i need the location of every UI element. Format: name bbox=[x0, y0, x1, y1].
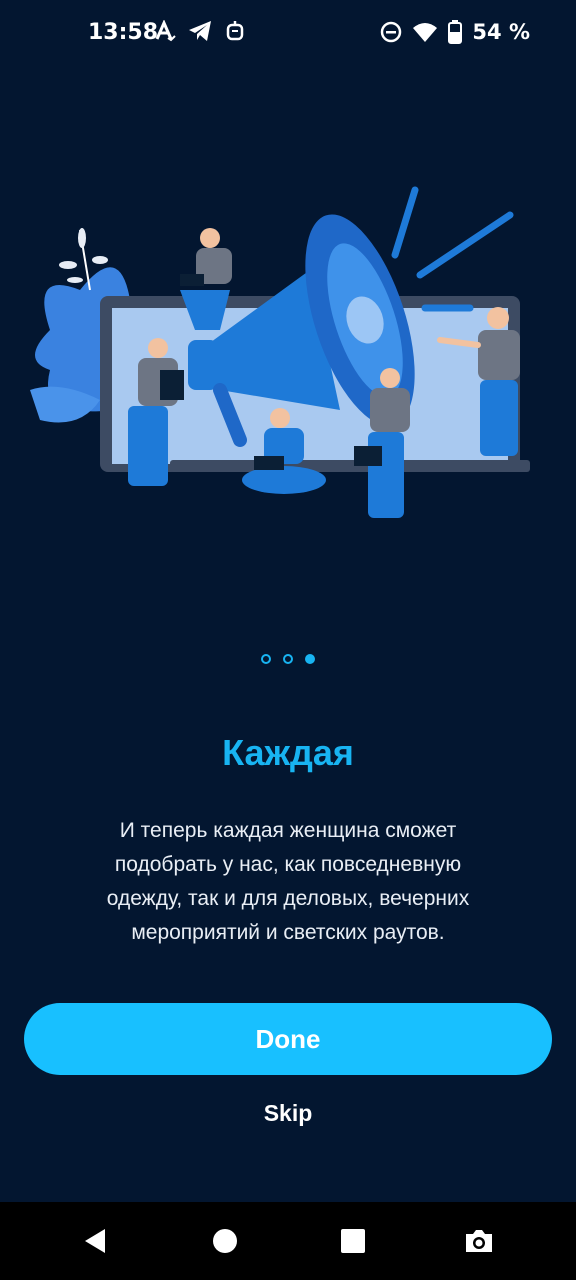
status-bar: 13:58 54 % bbox=[0, 0, 576, 64]
status-left-icons bbox=[154, 20, 246, 42]
a-accessibility-icon bbox=[154, 20, 176, 42]
onboarding-title: Каждая bbox=[222, 732, 354, 773]
status-right-icons: 54 % bbox=[380, 20, 530, 44]
pager-dot-active[interactable] bbox=[305, 654, 315, 664]
telegram-icon bbox=[188, 20, 212, 42]
done-button[interactable]: Done bbox=[24, 1003, 552, 1075]
megaphone-illustration bbox=[30, 186, 530, 518]
battery-icon bbox=[448, 20, 463, 44]
pager-dot[interactable] bbox=[261, 654, 271, 664]
back-icon[interactable] bbox=[80, 1226, 110, 1256]
navigation-bar bbox=[0, 1202, 576, 1280]
do-not-disturb-icon bbox=[380, 21, 402, 43]
battery-percentage: 54 % bbox=[472, 20, 530, 44]
recents-icon[interactable] bbox=[338, 1226, 368, 1256]
bot-icon bbox=[224, 20, 246, 42]
screenshot-icon[interactable] bbox=[464, 1226, 494, 1256]
skip-button[interactable]: Skip bbox=[238, 1100, 338, 1127]
home-icon[interactable] bbox=[210, 1226, 240, 1256]
pager-dot[interactable] bbox=[283, 654, 293, 664]
pager-indicator bbox=[0, 654, 576, 664]
status-time: 13:58 bbox=[88, 20, 159, 45]
wifi-icon bbox=[412, 21, 438, 43]
onboarding-description: И теперь каждая женщина сможет подобрать… bbox=[106, 819, 470, 944]
